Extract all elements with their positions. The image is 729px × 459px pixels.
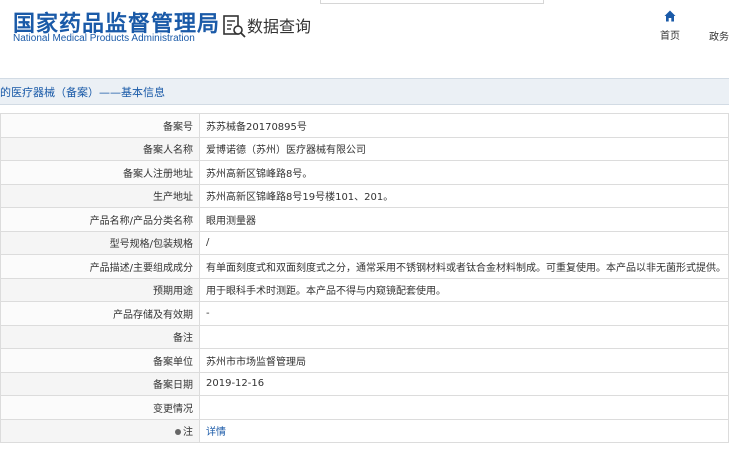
note-value-cell: 详情: [199, 418, 729, 443]
note-label: 注: [183, 427, 193, 439]
row-label: 型号规格/包装规格: [0, 230, 200, 255]
row-label: 变更情况: [0, 395, 200, 420]
data-query-title[interactable]: 数据查询: [247, 13, 311, 37]
row-label: 备案人注册地址: [0, 160, 200, 185]
row-value: 有单面刻度式和双面刻度式之分，通常采用不锈钢材料或者钛合金材料制成。可重复使用。…: [199, 254, 729, 279]
row-value: 2019-12-16: [199, 371, 729, 396]
row-label: 备案号: [0, 113, 200, 138]
data-query-icon: [223, 15, 246, 38]
row-value: [199, 395, 729, 420]
row-value: -: [199, 301, 729, 326]
table-row: 备注: [0, 324, 729, 349]
row-value: /: [199, 230, 729, 255]
row-label: 产品存储及有效期: [0, 301, 200, 326]
nav-home[interactable]: 首页: [652, 10, 688, 42]
table-row: 备案日期 2019-12-16: [0, 371, 729, 396]
table-row: 预期用途 用于眼科手术时测距。本产品不得与内窥镜配套使用。: [0, 277, 729, 302]
detail-link[interactable]: 详情: [206, 427, 226, 438]
row-label: 产品名称/产品分类名称: [0, 207, 200, 232]
row-value: 苏州市市场监督管理局: [199, 348, 729, 373]
site-header: 国家药品监督管理局 National Medical Products Admi…: [0, 0, 729, 66]
row-value: 眼用测量器: [199, 207, 729, 232]
breadcrumb-bar: 的医疗器械（备案）——基本信息: [0, 78, 729, 105]
table-row: 备案号 苏苏械备20170895号: [0, 113, 729, 138]
breadcrumb: 的医疗器械（备案）——基本信息: [0, 86, 165, 99]
row-label: 产品描述/主要组成成分: [0, 254, 200, 279]
row-value: 苏州高新区锦峰路8号。: [199, 160, 729, 185]
row-label: 备注: [0, 324, 200, 349]
row-value: 苏州高新区锦峰路8号19号楼101、201。: [199, 183, 729, 208]
note-label-cell: 注: [0, 418, 200, 443]
row-label: 备案日期: [0, 371, 200, 396]
nav-gov[interactable]: 政务: [709, 28, 729, 43]
table-row: 产品存储及有效期 -: [0, 301, 729, 326]
record-table: 备案号 苏苏械备20170895号 备案人名称 爱博诺德（苏州）医疗器械有限公司…: [0, 113, 729, 443]
table-row: 型号规格/包装规格 /: [0, 230, 729, 255]
table-row: 生产地址 苏州高新区锦峰路8号19号楼101、201。: [0, 183, 729, 208]
table-row: 变更情况: [0, 395, 729, 420]
row-label: 生产地址: [0, 183, 200, 208]
note-row: 注 详情: [0, 418, 729, 443]
row-label: 备案人名称: [0, 136, 200, 161]
table-row: 备案人注册地址 苏州高新区锦峰路8号。: [0, 160, 729, 185]
bullet-icon: [175, 429, 181, 436]
search-dropdown-frame: [320, 0, 544, 4]
table-row: 备案单位 苏州市市场监督管理局: [0, 348, 729, 373]
nav-home-label: 首页: [660, 31, 680, 42]
row-value: 苏苏械备20170895号: [199, 113, 729, 138]
row-value: 用于眼科手术时测距。本产品不得与内窥镜配套使用。: [199, 277, 729, 302]
row-value: [199, 324, 729, 349]
home-icon: [664, 10, 676, 22]
row-label: 预期用途: [0, 277, 200, 302]
site-logo-subtitle: National Medical Products Administration: [13, 33, 195, 44]
row-value: 爱博诺德（苏州）医疗器械有限公司: [199, 136, 729, 161]
row-label: 备案单位: [0, 348, 200, 373]
table-row: 产品名称/产品分类名称 眼用测量器: [0, 207, 729, 232]
table-row: 备案人名称 爱博诺德（苏州）医疗器械有限公司: [0, 136, 729, 161]
table-row: 产品描述/主要组成成分 有单面刻度式和双面刻度式之分，通常采用不锈钢材料或者钛合…: [0, 254, 729, 279]
